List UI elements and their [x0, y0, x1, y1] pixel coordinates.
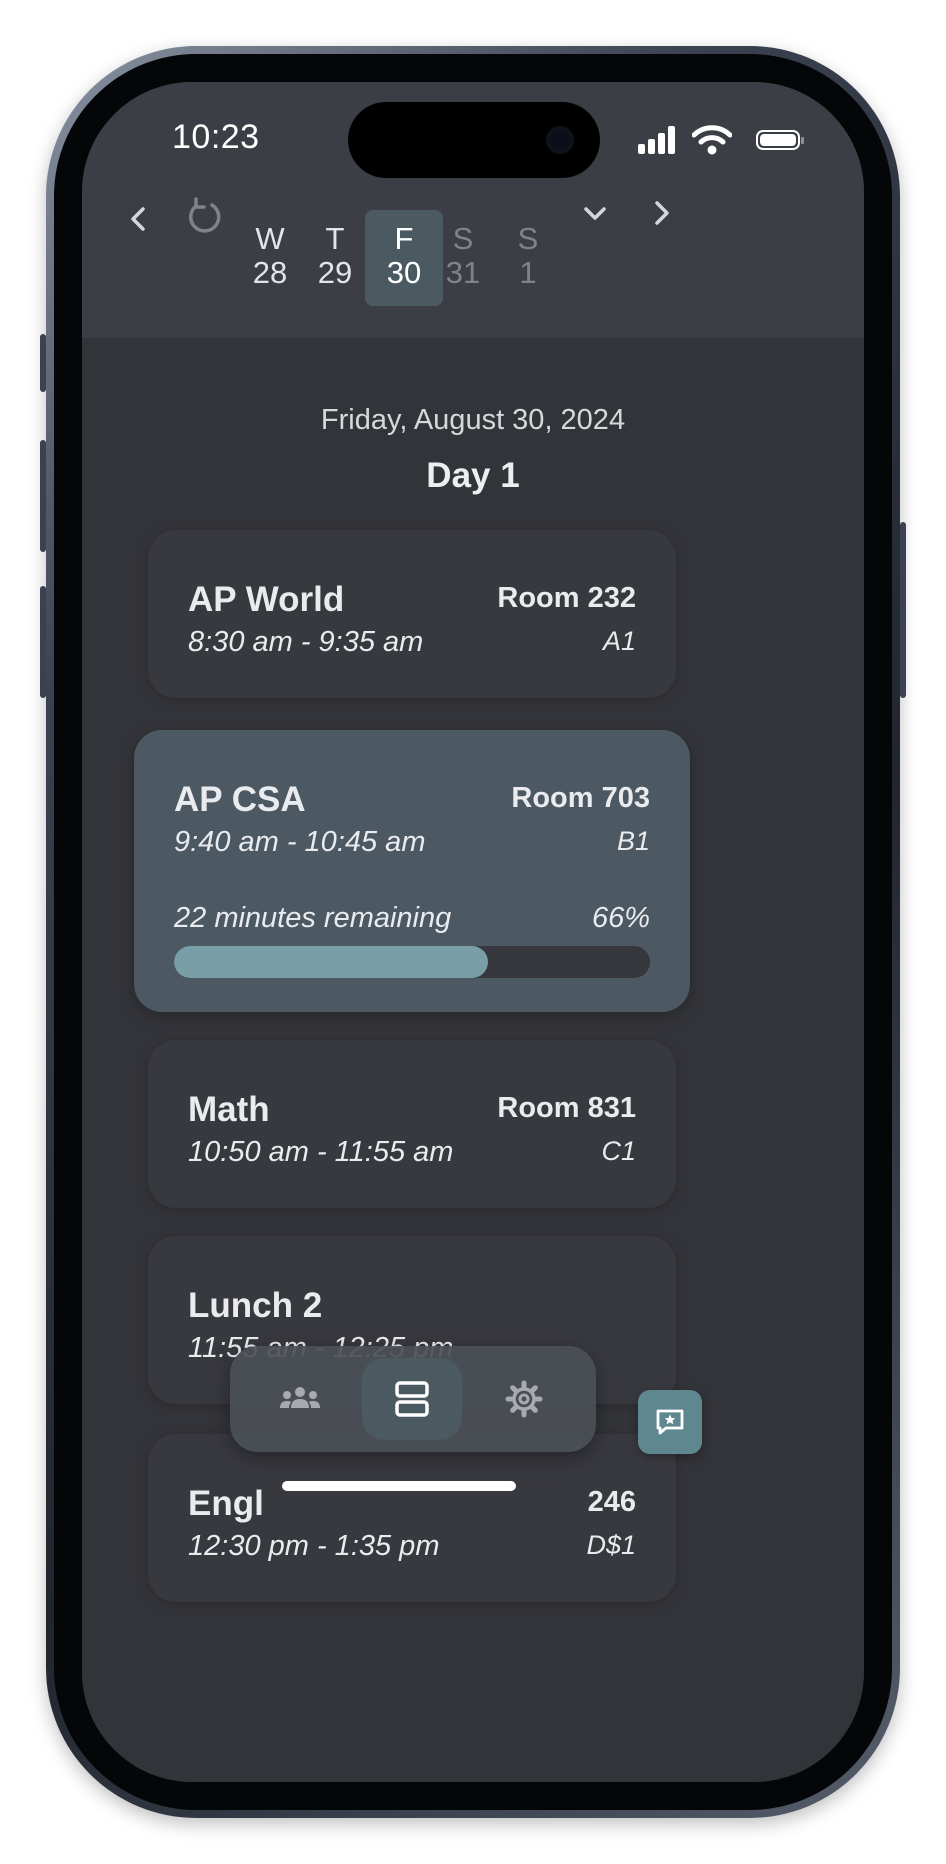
period-card-ap-csa[interactable]: AP CSA 9:40 am - 10:45 am Room 703 B1 22…	[134, 730, 690, 1012]
progress-percent: 66%	[591, 902, 650, 934]
period-card-ap-world[interactable]: AP World 8:30 am - 9:35 am Room 232 A1	[148, 530, 676, 698]
camera-icon	[546, 126, 574, 154]
action-button	[40, 334, 46, 392]
period-name: Lunch 2	[188, 1286, 323, 1325]
period-name: Math	[188, 1090, 270, 1129]
day-number: 29	[317, 255, 353, 290]
day-letter: S	[517, 221, 539, 256]
period-room: Room 703	[511, 782, 650, 814]
volume-up-button	[40, 440, 46, 552]
tab-bar	[230, 1346, 596, 1452]
wifi-icon	[692, 125, 732, 155]
progress-bar	[174, 946, 650, 978]
period-time: 9:40 am - 10:45 am	[174, 826, 426, 858]
gear-icon	[505, 1380, 543, 1418]
status-icons	[638, 125, 804, 155]
schedule-icon	[395, 1381, 429, 1417]
day-sun[interactable]: S 1	[489, 210, 567, 306]
top-bar: 10:23 W 28 T 29 F 30 S 31 S 1	[82, 82, 864, 338]
status-time: 10:23	[172, 118, 260, 156]
period-card-math[interactable]: Math 10:50 am - 11:55 am Room 831 C1	[148, 1040, 676, 1208]
period-time: 10:50 am - 11:55 am	[188, 1136, 454, 1168]
dynamic-island	[348, 102, 600, 178]
signal-icon	[638, 126, 678, 154]
time-remaining: 22 minutes remaining	[174, 902, 452, 934]
tab-settings[interactable]	[474, 1358, 574, 1440]
battery-icon	[756, 130, 804, 150]
period-time: 8:30 am - 9:35 am	[188, 626, 424, 658]
date-label: Friday, August 30, 2024	[320, 404, 626, 436]
home-indicator	[282, 1481, 516, 1491]
chevron-left-icon[interactable]	[124, 204, 154, 234]
period-code: A1	[602, 626, 636, 656]
period-room: Room 831	[497, 1092, 636, 1124]
feedback-icon	[656, 1409, 684, 1435]
chevron-right-icon[interactable]	[646, 198, 676, 228]
period-time: 12:30 pm - 1:35 pm	[188, 1530, 440, 1562]
day-letter: T	[325, 221, 345, 256]
day-thu[interactable]: T 29	[296, 210, 374, 306]
period-card-english[interactable]: Engl 12:30 pm - 1:35 pm 246 D$1	[148, 1434, 676, 1602]
people-icon	[280, 1387, 320, 1408]
period-code: C1	[601, 1136, 636, 1166]
tab-people[interactable]	[250, 1358, 350, 1440]
period-name: AP CSA	[174, 780, 306, 819]
refresh-icon[interactable]	[184, 196, 226, 238]
volume-down-button	[40, 586, 46, 698]
chevron-down-icon[interactable]	[580, 198, 610, 228]
feedback-button[interactable]	[638, 1390, 702, 1454]
day-number: 1	[519, 255, 537, 290]
period-room: Room 232	[497, 582, 636, 614]
tab-schedule[interactable]	[362, 1358, 462, 1440]
progress-fill	[174, 946, 489, 978]
power-button	[900, 522, 906, 698]
app-screen: 10:23 W 28 T 29 F 30 S 31 S 1 Friday, Au…	[82, 82, 864, 1782]
period-name: AP World	[188, 580, 345, 619]
period-code: B1	[616, 826, 650, 856]
period-name: Engl	[188, 1484, 264, 1523]
period-code: D$1	[586, 1530, 636, 1560]
period-room: 246	[587, 1486, 636, 1518]
day-type-label: Day 1	[426, 456, 520, 495]
